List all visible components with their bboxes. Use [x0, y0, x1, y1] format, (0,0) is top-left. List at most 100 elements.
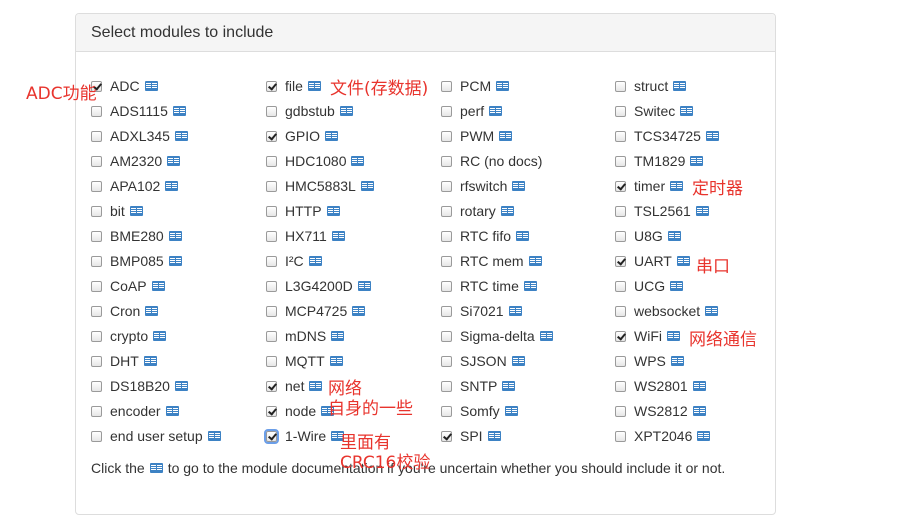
documentation-icon[interactable]: [331, 231, 345, 241]
module-checkbox[interactable]: [441, 355, 452, 367]
module-rtc-mem[interactable]: RTC mem: [441, 251, 542, 271]
module-websocket[interactable]: websocket: [615, 301, 719, 321]
module-si7021[interactable]: Si7021: [441, 301, 522, 321]
module-pcm[interactable]: PCM: [441, 76, 510, 96]
documentation-icon[interactable]: [496, 81, 510, 91]
documentation-icon[interactable]: [508, 306, 522, 316]
documentation-icon[interactable]: [168, 231, 182, 241]
module-checkbox[interactable]: [615, 355, 626, 367]
module-checkbox[interactable]: [91, 330, 102, 342]
module-mqtt[interactable]: MQTT: [266, 351, 343, 371]
module-checkbox[interactable]: [441, 330, 452, 342]
module-sjson[interactable]: SJSON: [441, 351, 525, 371]
documentation-icon[interactable]: [339, 106, 353, 116]
documentation-icon[interactable]: [504, 406, 518, 416]
documentation-icon[interactable]: [692, 406, 706, 416]
module-checkbox[interactable]: [441, 155, 452, 167]
module-bit[interactable]: bit: [91, 201, 143, 221]
module-checkbox[interactable]: [266, 130, 277, 142]
module-bme280[interactable]: BME280: [91, 226, 182, 246]
documentation-icon[interactable]: [352, 306, 366, 316]
module-checkbox[interactable]: [615, 230, 626, 242]
documentation-icon[interactable]: [539, 331, 553, 341]
module-hdc1080[interactable]: HDC1080: [266, 151, 365, 171]
module-checkbox[interactable]: [266, 355, 277, 367]
module-checkbox[interactable]: [266, 330, 277, 342]
documentation-icon[interactable]: [667, 331, 680, 341]
documentation-icon[interactable]: [697, 431, 711, 441]
module-rotary[interactable]: rotary: [441, 201, 514, 221]
module-checkbox[interactable]: [266, 255, 277, 267]
documentation-icon[interactable]: [670, 356, 684, 366]
module-rtc-fifo[interactable]: RTC fifo: [441, 226, 530, 246]
documentation-icon[interactable]: [487, 431, 501, 441]
module-tcs34725[interactable]: TCS34725: [615, 126, 719, 146]
documentation-icon[interactable]: [308, 256, 322, 266]
documentation-icon[interactable]: [499, 131, 513, 141]
module-checkbox[interactable]: [615, 405, 626, 417]
module-tm1829[interactable]: TM1829: [615, 151, 704, 171]
module-checkbox[interactable]: [441, 205, 452, 217]
module-u8g[interactable]: U8G: [615, 226, 681, 246]
module-checkbox[interactable]: [615, 430, 626, 442]
documentation-icon[interactable]: [143, 356, 157, 366]
documentation-icon[interactable]: [690, 156, 704, 166]
module-checkbox[interactable]: [615, 380, 626, 392]
module-tsl2561[interactable]: TSL2561: [615, 201, 709, 221]
module-checkbox[interactable]: [91, 255, 102, 267]
module-checkbox[interactable]: [615, 80, 626, 92]
module-mdns[interactable]: mDNS: [266, 326, 345, 346]
module-checkbox[interactable]: [91, 380, 102, 392]
module-adc[interactable]: ADC: [91, 76, 158, 96]
module-checkbox[interactable]: [91, 305, 102, 317]
documentation-icon[interactable]: [168, 256, 182, 266]
module-checkbox[interactable]: [615, 180, 626, 192]
documentation-icon[interactable]: [670, 181, 684, 191]
documentation-icon[interactable]: [129, 206, 143, 216]
module-end-user-setup[interactable]: end user setup: [91, 426, 221, 446]
documentation-icon[interactable]: [673, 81, 687, 91]
module-checkbox[interactable]: [441, 105, 452, 117]
module-checkbox[interactable]: [91, 155, 102, 167]
module-checkbox[interactable]: [441, 405, 452, 417]
module-checkbox[interactable]: [91, 205, 102, 217]
module-checkbox[interactable]: [91, 130, 102, 142]
module-am2320[interactable]: AM2320: [91, 151, 181, 171]
documentation-icon[interactable]: [705, 306, 719, 316]
module-checkbox[interactable]: [441, 305, 452, 317]
module-checkbox[interactable]: [266, 380, 277, 392]
module-checkbox[interactable]: [91, 230, 102, 242]
module-cron[interactable]: Cron: [91, 301, 159, 321]
module-http[interactable]: HTTP: [266, 201, 340, 221]
module-crypto[interactable]: crypto: [91, 326, 167, 346]
module-dht[interactable]: DHT: [91, 351, 157, 371]
module-checkbox[interactable]: [266, 230, 277, 242]
module-gdbstub[interactable]: gdbstub: [266, 101, 353, 121]
module-checkbox[interactable]: [266, 205, 277, 217]
module-switec[interactable]: Switec: [615, 101, 694, 121]
documentation-icon[interactable]: [172, 106, 186, 116]
documentation-icon[interactable]: [667, 231, 681, 241]
module-checkbox[interactable]: [266, 180, 277, 192]
module-encoder[interactable]: encoder: [91, 401, 179, 421]
documentation-icon[interactable]: [325, 131, 339, 141]
module-spi[interactable]: SPI: [441, 426, 501, 446]
documentation-icon[interactable]: [670, 281, 684, 291]
documentation-icon[interactable]: [502, 381, 516, 391]
module-checkbox[interactable]: [615, 330, 626, 342]
documentation-icon[interactable]: [692, 381, 706, 391]
documentation-icon[interactable]: [360, 181, 374, 191]
module-rtc-time[interactable]: RTC time: [441, 276, 537, 296]
module-checkbox[interactable]: [266, 80, 277, 92]
module-ws2801[interactable]: WS2801: [615, 376, 706, 396]
module-mcp4725[interactable]: MCP4725: [266, 301, 366, 321]
module-perf[interactable]: perf: [441, 101, 503, 121]
module-i-c[interactable]: I²C: [266, 251, 322, 271]
documentation-icon[interactable]: [174, 131, 188, 141]
documentation-icon[interactable]: [144, 81, 158, 91]
module-adxl345[interactable]: ADXL345: [91, 126, 188, 146]
module-checkbox[interactable]: [91, 105, 102, 117]
module-checkbox[interactable]: [91, 355, 102, 367]
documentation-icon[interactable]: [500, 206, 514, 216]
documentation-icon[interactable]: [680, 106, 694, 116]
